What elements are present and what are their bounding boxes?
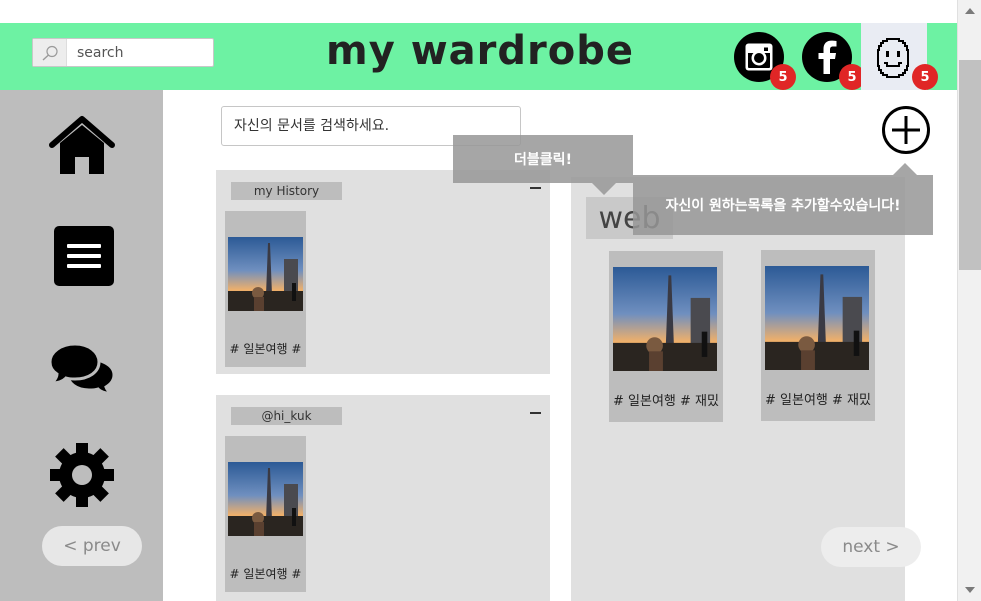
photo-card[interactable]: # 일본여행 # 재밌 <box>761 250 875 421</box>
photo-card[interactable]: # 일본여행 # <box>225 436 306 592</box>
app-title: my wardrobe <box>326 28 634 74</box>
instagram-badge: 5 <box>770 64 796 90</box>
gear-icon <box>50 443 114 507</box>
top-strip <box>0 0 957 23</box>
scrollbar-thumb[interactable] <box>959 60 981 270</box>
chat-button[interactable] <box>49 342 115 394</box>
card-tag: # 일본여행 # 재밌 <box>765 393 871 408</box>
next-button[interactable]: next > <box>821 527 921 567</box>
instagram-icon <box>745 43 773 71</box>
tooltip-arrow <box>893 163 917 175</box>
panel-label: @hi_kuk <box>231 407 342 425</box>
menu-button[interactable] <box>54 226 114 286</box>
card-photo <box>228 237 303 311</box>
prev-button[interactable]: < prev <box>42 526 142 566</box>
collapse-button[interactable] <box>530 412 541 414</box>
card-tag: # 일본여행 # 재밌 <box>613 394 719 409</box>
photo-card[interactable]: # 일본여행 # <box>225 211 306 367</box>
plus-circle-icon <box>882 106 930 154</box>
scroll-down-arrow-icon[interactable] <box>958 581 981 599</box>
settings-button[interactable] <box>50 443 114 507</box>
facebook-icon <box>818 40 837 74</box>
card-tag: # 일본여행 # <box>229 567 302 581</box>
menu-list-icon <box>54 226 114 286</box>
photo-card[interactable]: # 일본여행 # 재밌 <box>609 251 723 422</box>
search-input[interactable] <box>67 40 207 65</box>
profile-badge: 5 <box>912 64 938 90</box>
card-tag: # 일본여행 # <box>229 342 302 356</box>
add-category-tooltip: 자신이 원하는목록을 추가할수있습니다! <box>633 175 933 235</box>
card-photo <box>228 462 303 536</box>
scroll-up-arrow-icon[interactable] <box>958 2 981 20</box>
home-icon <box>49 116 115 174</box>
collapse-button[interactable] <box>530 187 541 189</box>
search-icon <box>33 39 67 66</box>
double-click-tooltip: 더블클릭! <box>453 135 633 183</box>
card-photo <box>613 267 717 371</box>
add-category-button[interactable] <box>881 105 931 155</box>
card-photo <box>765 266 869 370</box>
chat-bubbles-icon <box>49 342 115 394</box>
panel-label: my History <box>231 182 342 200</box>
scrollbar[interactable] <box>957 0 981 601</box>
smiley-face-icon <box>877 38 909 78</box>
search-box[interactable] <box>32 38 214 67</box>
home-button[interactable] <box>48 115 116 177</box>
tooltip-arrow <box>592 183 616 195</box>
document-search-input[interactable] <box>234 118 504 134</box>
